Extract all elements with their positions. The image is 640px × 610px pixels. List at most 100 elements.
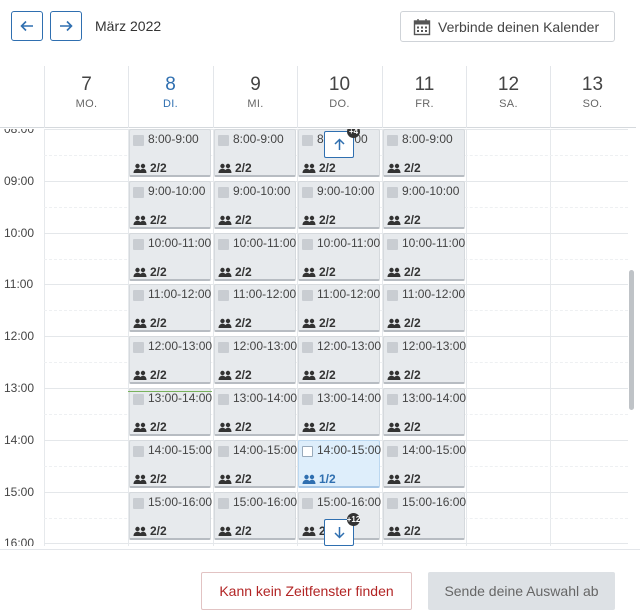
- slot-checkbox[interactable]: [302, 186, 313, 198]
- submit-selection-button[interactable]: Sende deine Auswahl ab: [428, 572, 615, 610]
- hour-label: 08:00: [4, 129, 35, 136]
- time-slot[interactable]: 15:00-16:00 2/2: [383, 491, 466, 540]
- slot-checkbox[interactable]: [387, 238, 398, 250]
- day-header-10: 10 DO.: [297, 66, 381, 128]
- people-icon: [302, 215, 316, 225]
- time-slot[interactable]: 8:00-9:00 2/2: [383, 129, 465, 177]
- hour-label: 12:00: [4, 329, 35, 344]
- slot-checkbox[interactable]: [218, 135, 229, 146]
- slot-checkbox[interactable]: [133, 238, 144, 250]
- time-slot[interactable]: 12:00-13:00 2/2: [214, 336, 297, 385]
- slot-checkbox[interactable]: [218, 342, 229, 354]
- hour-label: 15:00: [4, 484, 35, 499]
- people-icon: [133, 370, 147, 381]
- column-divider: [466, 129, 467, 546]
- slot-time: 11:00-12:00: [317, 287, 381, 302]
- hour-label: 11:00: [4, 277, 34, 292]
- slot-capacity: 2/2: [302, 161, 336, 175]
- slot-time: 9:00-10:00: [233, 183, 291, 198]
- day-number: 12: [497, 74, 520, 95]
- slot-checkbox[interactable]: [302, 497, 313, 509]
- slot-capacity: 2/2: [218, 420, 252, 434]
- time-slot[interactable]: 8:00-9:00 2/2: [214, 129, 296, 177]
- slot-checkbox[interactable]: [302, 445, 313, 457]
- time-slot[interactable]: 9:00-10:00 2/2: [129, 180, 211, 229]
- time-slot[interactable]: 13:00-14:00 2/2: [214, 388, 297, 436]
- hidden-count-badge: +12: [346, 513, 361, 526]
- slot-checkbox[interactable]: [302, 394, 313, 405]
- slot-checkbox[interactable]: [133, 497, 144, 509]
- slot-checkbox[interactable]: [302, 342, 313, 354]
- connect-calendar-button[interactable]: Verbinde deinen Kalender: [400, 11, 615, 42]
- slot-checkbox[interactable]: [133, 135, 144, 146]
- slot-checkbox[interactable]: [387, 394, 398, 405]
- slot-checkbox[interactable]: [218, 394, 229, 405]
- day-number: 10: [328, 74, 351, 95]
- people-icon: [218, 163, 232, 173]
- vertical-scrollbar[interactable]: [629, 270, 634, 410]
- slot-checkbox[interactable]: [218, 290, 229, 302]
- time-slot[interactable]: 11:00-12:00 2/2: [129, 284, 211, 333]
- previous-week-button[interactable]: [11, 11, 43, 41]
- time-slot[interactable]: 12:00-13:00 2/2: [383, 336, 466, 385]
- slot-checkbox[interactable]: [387, 497, 398, 509]
- slot-time: 13:00-14:00: [317, 391, 382, 405]
- time-slot[interactable]: 9:00-10:00 2/2: [214, 180, 296, 229]
- time-slot[interactable]: 10:00-11:00 2/2: [298, 232, 380, 281]
- slot-checkbox[interactable]: [218, 445, 229, 457]
- slot-checkbox[interactable]: [218, 186, 229, 198]
- slot-checkbox[interactable]: [133, 290, 144, 302]
- time-slot[interactable]: 14:00-15:00 2/2: [129, 439, 212, 488]
- time-slot[interactable]: 15:00-16:00 2/2: [129, 491, 213, 540]
- no-slot-found-button[interactable]: Kann kein Zeitfenster finden: [201, 572, 412, 610]
- slot-checkbox[interactable]: [133, 394, 144, 405]
- capacity-value: 2/2: [235, 161, 252, 175]
- time-slot[interactable]: 11:00-12:00 2/2: [298, 284, 381, 333]
- time-slot[interactable]: 9:00-10:00 2/2: [383, 180, 465, 229]
- time-slot[interactable]: 15:00-16:00 2/2: [214, 491, 297, 540]
- slot-capacity: 2/2: [387, 213, 421, 227]
- time-slot[interactable]: 12:00-13:00 2/2: [129, 336, 212, 385]
- slot-checkbox[interactable]: [387, 186, 398, 198]
- time-slot[interactable]: 13:00-14:00 2/2: [298, 388, 382, 436]
- time-slot[interactable]: 11:00-12:00 2/2: [214, 284, 297, 333]
- slot-checkbox[interactable]: [387, 290, 398, 302]
- slot-checkbox[interactable]: [218, 238, 229, 250]
- people-icon: [387, 163, 401, 173]
- time-grid[interactable]: 08:00 09:00 10:00 11:00 12:00 13:00 14:00 15:00…: [0, 129, 628, 546]
- time-slot[interactable]: 14:00-15:00 1/2: [298, 439, 381, 488]
- capacity-value: 2/2: [404, 523, 421, 538]
- day-name: DO.: [329, 98, 350, 110]
- slot-checkbox[interactable]: [133, 186, 144, 198]
- time-slot[interactable]: 12:00-13:00 2/2: [298, 336, 381, 385]
- time-slot[interactable]: 8:00-9:00 2/2: [129, 129, 211, 177]
- capacity-value: 2/2: [404, 471, 421, 486]
- slot-capacity: 2/2: [387, 420, 421, 434]
- slot-checkbox[interactable]: [387, 135, 398, 146]
- slot-checkbox[interactable]: [302, 135, 313, 146]
- capacity-value: 2/2: [404, 316, 421, 331]
- slot-checkbox[interactable]: [218, 497, 229, 509]
- slot-time: 15:00-16:00: [148, 494, 213, 509]
- time-slot[interactable]: 10:00-11:00 2/2: [129, 232, 211, 281]
- time-slot[interactable]: 11:00-12:00 2/2: [383, 284, 465, 333]
- slot-checkbox[interactable]: [302, 238, 313, 250]
- people-icon: [387, 474, 401, 484]
- slot-checkbox[interactable]: [387, 445, 398, 457]
- time-slot[interactable]: 13:00-14:00 2/2: [129, 388, 212, 436]
- time-slot[interactable]: 13:00-14:00 2/2: [383, 388, 466, 436]
- time-slot[interactable]: 10:00-11:00 2/2: [383, 232, 465, 281]
- slot-capacity: 2/2: [133, 420, 167, 434]
- slot-checkbox[interactable]: [133, 342, 144, 354]
- next-week-button[interactable]: [50, 11, 82, 41]
- slot-checkbox[interactable]: [302, 290, 313, 302]
- people-icon: [218, 370, 232, 381]
- time-slot[interactable]: 14:00-15:00 2/2: [383, 439, 466, 488]
- slot-time: 11:00-12:00: [233, 287, 297, 302]
- people-icon: [133, 422, 147, 432]
- slot-checkbox[interactable]: [133, 445, 144, 457]
- time-slot[interactable]: 10:00-11:00 2/2: [214, 232, 296, 281]
- time-slot[interactable]: 14:00-15:00 2/2: [214, 439, 297, 488]
- slot-checkbox[interactable]: [387, 342, 398, 354]
- time-slot[interactable]: 9:00-10:00 2/2: [298, 180, 380, 229]
